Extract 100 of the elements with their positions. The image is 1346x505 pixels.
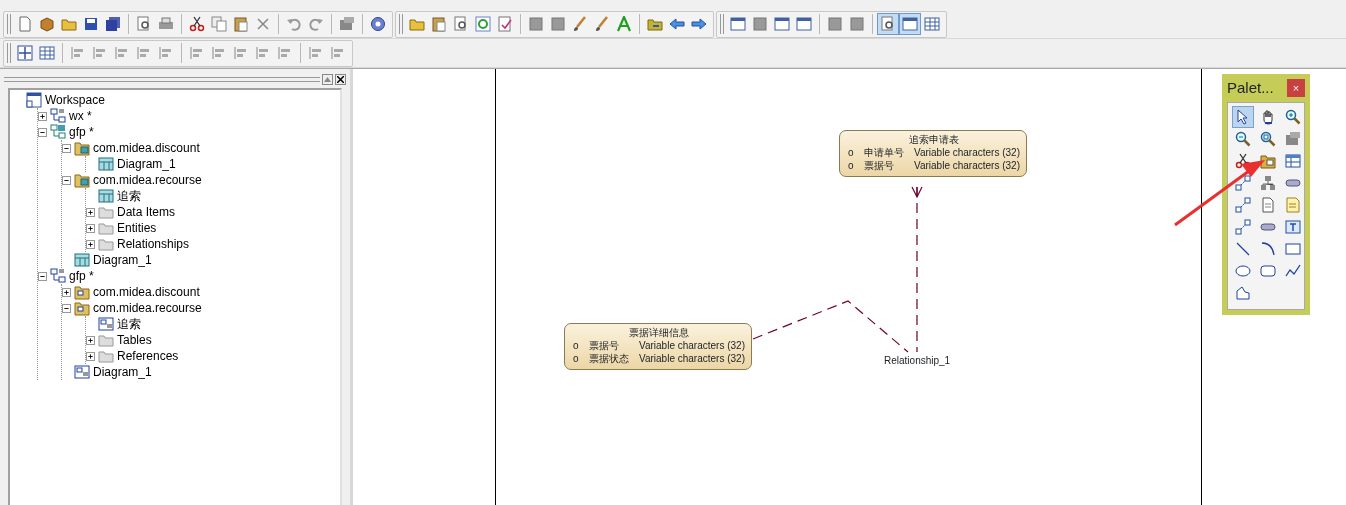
- crosshair-icon: [17, 45, 33, 61]
- tree-item-label[interactable]: Relationships: [117, 235, 190, 253]
- tree-item-label[interactable]: com.midea.discount: [93, 283, 200, 301]
- tree-item-label[interactable]: Workspace: [45, 91, 105, 109]
- expander-toggle[interactable]: [86, 351, 95, 361]
- table-icon: [1285, 153, 1301, 169]
- hierarchy-icon: [1260, 175, 1276, 191]
- tree-item-label[interactable]: gfp *: [69, 123, 94, 141]
- clipboard-icon: [431, 16, 447, 32]
- model-icon: [50, 108, 66, 124]
- expander-toggle[interactable]: [62, 287, 71, 297]
- arrow-left-icon: [669, 16, 685, 32]
- package-icon: [74, 172, 90, 188]
- tree-item-label[interactable]: com.midea.recourse: [93, 299, 202, 317]
- entity-box[interactable]: 追索申请表 o 申请单号 Variable characters (32) o 票据号 Variable characters (32): [839, 130, 1027, 177]
- tree-item-label[interactable]: Tables: [117, 331, 152, 349]
- folder-icon: [98, 204, 114, 220]
- polyline-icon: [1285, 263, 1301, 279]
- box-icon: [39, 16, 55, 32]
- align-icon: [70, 45, 86, 61]
- tree-item-label[interactable]: gfp *: [69, 267, 94, 285]
- expander-toggle[interactable]: [86, 335, 95, 345]
- expander-toggle[interactable]: [62, 143, 71, 153]
- entity-title: 票据详细信息: [628, 326, 690, 339]
- close-button[interactable]: [335, 73, 346, 85]
- expander-toggle[interactable]: [86, 207, 95, 217]
- folder-icon: [98, 220, 114, 236]
- align-icon: [92, 45, 108, 61]
- expander-toggle[interactable]: [62, 303, 71, 313]
- plus-icon: [87, 240, 94, 248]
- properties-icon: [1285, 131, 1301, 147]
- close-button[interactable]: ×: [1287, 79, 1305, 97]
- diagram-icon: [74, 252, 90, 268]
- palette-tool[interactable]: [1232, 106, 1254, 128]
- align-icon: [277, 45, 293, 61]
- attribute-type: Variable characters (32): [639, 352, 745, 365]
- document-icon: [17, 16, 33, 32]
- palette-tool[interactable]: [1232, 172, 1254, 194]
- printer-icon: [158, 16, 174, 32]
- plus-icon: [87, 208, 94, 216]
- tree-item-label[interactable]: Diagram_1: [117, 155, 176, 173]
- tree-item-label[interactable]: Data Items: [117, 203, 176, 221]
- arrow-right-icon: [691, 16, 707, 32]
- tree-item-label[interactable]: References: [117, 347, 179, 365]
- window-icon: [774, 16, 790, 32]
- help-icon: [370, 16, 386, 32]
- attribute-name: 票据号: [863, 159, 895, 172]
- toolbar-button[interactable]: [14, 42, 36, 64]
- attribute-name: 申请单号: [863, 146, 904, 159]
- copy-icon: [211, 16, 227, 32]
- tree-item-label[interactable]: 追索: [117, 315, 141, 333]
- expander-toggle[interactable]: [38, 271, 47, 281]
- square-icon: [849, 16, 865, 32]
- tree-item-label[interactable]: Entities: [117, 219, 157, 237]
- palette-title: Palet...: [1227, 77, 1274, 98]
- align-icon: [211, 45, 227, 61]
- diagram-icon: [98, 188, 114, 204]
- expander-toggle[interactable]: [86, 223, 95, 233]
- expander-toggle[interactable]: [38, 111, 47, 121]
- align-icon: [233, 45, 249, 61]
- tree-item-label[interactable]: Diagram_1: [93, 251, 152, 269]
- brush-icon: [572, 16, 588, 32]
- zoom-icon: [1260, 131, 1276, 147]
- square-icon: [827, 16, 843, 32]
- diagram-icon: [98, 156, 114, 172]
- tree-item-label[interactable]: Diagram_1: [93, 363, 152, 381]
- clipboard-icon: [233, 16, 249, 32]
- ellipse-icon: [1235, 263, 1251, 279]
- plus-icon: [87, 224, 94, 232]
- attribute-name: 票据号: [588, 339, 620, 352]
- entity-title: 追索申请表: [908, 133, 960, 146]
- toolbar-button[interactable]: [899, 13, 921, 35]
- expander-toggle[interactable]: [38, 127, 47, 137]
- plus-icon: [39, 112, 46, 120]
- workspace-icon: [26, 92, 42, 108]
- tree-item-label[interactable]: com.midea.discount: [93, 139, 200, 157]
- tree-item-label[interactable]: wx *: [69, 107, 92, 125]
- entity-box[interactable]: 票据详细信息 o 票据号 Variable characters (32) o 票据状态 Variable characters (32): [564, 323, 752, 370]
- font-icon: [616, 16, 632, 32]
- attribute-type: Variable characters (32): [639, 339, 745, 352]
- align-icon: [189, 45, 205, 61]
- connector-icon: [1235, 219, 1251, 235]
- magnifier-page-icon: [136, 16, 152, 32]
- folder-icon: [98, 236, 114, 252]
- window-icon: [796, 16, 812, 32]
- square-icon: [528, 16, 544, 32]
- toolbar-button[interactable]: [877, 13, 899, 35]
- plus-icon: [63, 288, 70, 296]
- attribute-type: Variable characters (32): [914, 159, 1020, 172]
- expander-toggle[interactable]: [62, 175, 71, 185]
- attribute-bullet: o: [573, 339, 579, 352]
- hand-icon: [1260, 109, 1276, 125]
- tree-item-label[interactable]: com.midea.recourse: [93, 171, 202, 189]
- export-icon: [647, 16, 663, 32]
- expander-toggle[interactable]: [86, 239, 95, 249]
- square-icon: [752, 16, 768, 32]
- brush-icon: [594, 16, 610, 32]
- tree-item-label[interactable]: 追索: [117, 187, 141, 205]
- diagram-icon: [98, 316, 114, 332]
- magnifier-page-icon: [880, 16, 896, 32]
